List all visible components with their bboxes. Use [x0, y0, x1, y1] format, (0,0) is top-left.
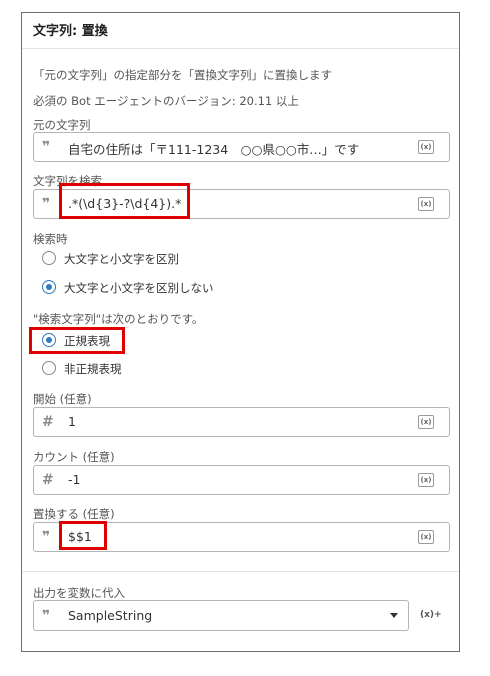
chevron-down-icon — [390, 613, 398, 618]
replace-label: 置換する (任意) — [33, 507, 115, 521]
radio-non-regex[interactable]: 非正規表現 — [34, 359, 214, 379]
quote-icon: ❞ — [42, 529, 51, 545]
quote-icon: ❞ — [42, 196, 51, 212]
number-hash-icon: # — [42, 414, 54, 430]
insert-variable-icon[interactable]: (x) — [418, 197, 434, 211]
insert-variable-icon[interactable]: (x) — [418, 473, 434, 487]
count-label: カウント (任意) — [33, 450, 115, 464]
quote-icon: ❞ — [42, 139, 51, 155]
radio-case-sensitive[interactable]: 大文字と小文字を区別 — [34, 249, 214, 269]
source-string-label: 元の文字列 — [33, 118, 91, 132]
radio-label: 大文字と小文字を区別 — [64, 252, 179, 266]
start-label: 開始 (任意) — [33, 392, 92, 406]
output-label: 出力を変数に代入 — [33, 586, 125, 600]
case-group-label: 検索時 — [33, 232, 68, 246]
section-divider — [22, 571, 459, 572]
number-hash-icon: # — [42, 472, 54, 488]
replace-input[interactable]: ❞ $$1 (x) — [33, 522, 450, 552]
action-panel: 文字列: 置換 「元の文字列」の指定部分を「置換文字列」に置換します 必須の B… — [21, 12, 460, 652]
radio-off-icon — [42, 251, 56, 265]
radio-case-insensitive[interactable]: 大文字と小文字を区別しない — [34, 278, 214, 298]
insert-variable-icon[interactable]: (x) — [418, 140, 434, 154]
quote-icon: ❞ — [42, 608, 51, 624]
start-value: 1 — [68, 414, 76, 429]
insert-variable-icon[interactable]: (x) — [418, 415, 434, 429]
search-string-label: 文字列を検索 — [33, 174, 102, 188]
radio-label: 大文字と小文字を区別しない — [64, 281, 214, 295]
radio-regex[interactable]: 正規表現 — [34, 331, 214, 351]
count-input[interactable]: # -1 (x) — [33, 465, 450, 495]
radio-on-icon — [42, 280, 56, 294]
search-string-input[interactable]: ❞ .*(\d{3}-?\d{4}).* (x) — [33, 189, 450, 219]
output-variable-value: SampleString — [68, 608, 153, 623]
output-variable-select[interactable]: ❞ SampleString — [33, 600, 409, 631]
create-variable-icon[interactable]: (x)+ — [420, 610, 442, 620]
replace-value: $$1 — [68, 529, 92, 544]
search-type-label: "検索文字列"は次のとおりです。 — [33, 312, 204, 326]
search-string-value: .*(\d{3}-?\d{4}).* — [68, 196, 182, 211]
radio-label: 正規表現 — [64, 334, 110, 348]
count-value: -1 — [68, 472, 81, 487]
source-string-value: 自宅の住所は「〒111-1234 ○○県○○市…」です — [68, 142, 360, 157]
radio-off-icon — [42, 361, 56, 375]
title-divider — [22, 48, 459, 49]
source-string-input[interactable]: ❞ 自宅の住所は「〒111-1234 ○○県○○市…」です (x) — [33, 132, 450, 162]
insert-variable-icon[interactable]: (x) — [418, 530, 434, 544]
radio-on-icon — [42, 333, 56, 347]
panel-title: 文字列: 置換 — [33, 24, 108, 39]
bot-version-note: 必須の Bot エージェントのバージョン: 20.11 以上 — [33, 94, 299, 108]
radio-label: 非正規表現 — [64, 362, 122, 376]
action-description: 「元の文字列」の指定部分を「置換文字列」に置換します — [33, 68, 332, 82]
start-input[interactable]: # 1 (x) — [33, 407, 450, 437]
